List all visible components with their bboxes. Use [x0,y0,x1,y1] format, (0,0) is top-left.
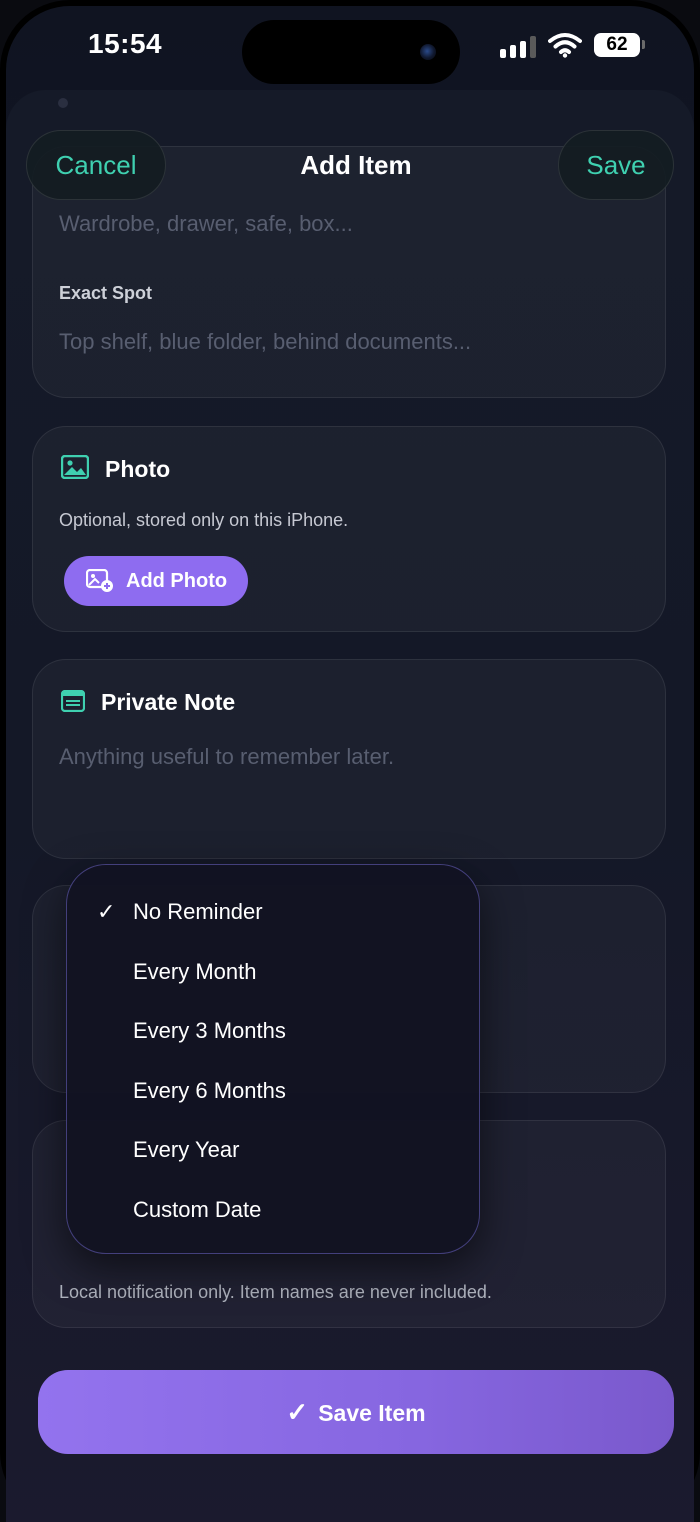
save-button[interactable]: Save [558,130,674,200]
status-time: 15:54 [88,28,163,59]
dynamic-island [242,20,460,84]
reminder-helper: Local notification only. Item names are … [59,1282,492,1302]
container-input[interactable]: Wardrobe, drawer, safe, box... [59,211,353,237]
camera-icon [420,44,436,60]
signal-icon [500,36,536,58]
checkmark-icon: ✓ [286,1397,309,1427]
save-item-label: Save Item [318,1400,426,1426]
menu-item-every-6-months[interactable]: Every 6 Months [133,1078,286,1104]
add-photo-label: Add Photo [126,570,228,592]
exact-spot-input[interactable]: Top shelf, blue folder, behind documents… [59,329,471,355]
image-icon [61,455,89,479]
exact-spot-label: Exact Spot [59,283,153,303]
menu-item-every-3-months[interactable]: Every 3 Months [133,1018,286,1044]
wifi-icon [548,33,582,58]
add-photo-icon [86,569,113,592]
reminder-menu: ✓ No Reminder Every Month Every 3 Months… [66,864,480,1254]
note-input[interactable]: Anything useful to remember later. [59,744,394,770]
menu-item-every-year[interactable]: Every Year [133,1137,239,1163]
sheet-dot [58,98,68,108]
menu-item-custom-date[interactable]: Custom Date [133,1197,261,1223]
screen: 15:54 62 Wardrobe, drawer, safe, box... … [6,6,694,1522]
photo-title: Photo [105,456,171,482]
add-photo-button[interactable]: Add Photo [64,556,248,606]
battery-icon: 62 [594,33,640,57]
menu-item-no-reminder[interactable]: No Reminder [133,899,263,925]
menu-item-every-month[interactable]: Every Month [133,959,257,985]
phone-frame: 15:54 62 Wardrobe, drawer, safe, box... … [0,0,700,1522]
note-icon [61,690,85,712]
photo-helper: Optional, stored only on this iPhone. [59,510,349,530]
note-card: Private Note Anything useful to remember… [32,659,666,859]
save-item-button[interactable]: ✓ Save Item [38,1370,674,1454]
checkmark-icon: ✓ [97,899,116,924]
battery-nub [642,40,645,49]
note-title: Private Note [101,689,236,715]
